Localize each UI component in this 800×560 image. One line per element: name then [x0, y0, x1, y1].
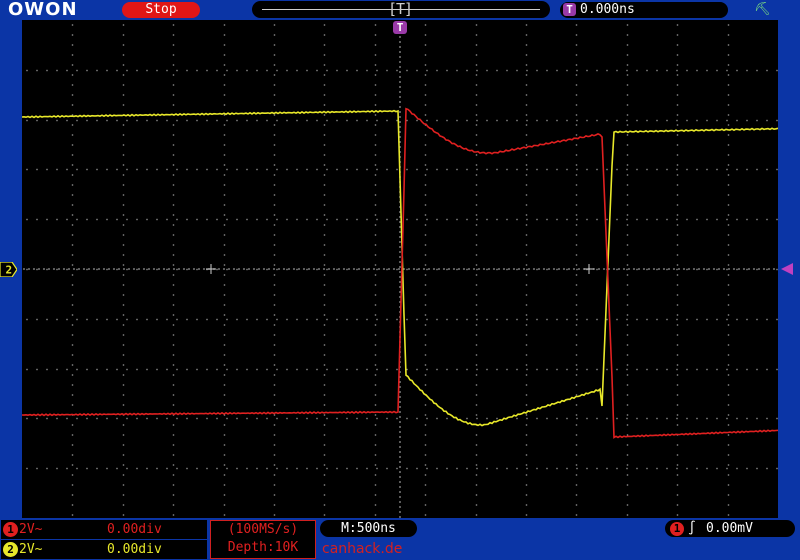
- waveform-svg: [22, 21, 778, 518]
- channel-1-scale: 2V~: [19, 522, 43, 537]
- timebase-box[interactable]: M:500ns: [320, 520, 417, 537]
- channel-2-level-marker[interactable]: 2: [0, 262, 17, 277]
- channel-1-badge: 1: [3, 522, 18, 537]
- channel-2-trace: [22, 109, 778, 427]
- trigger-level-value: 0.00mV: [706, 521, 753, 536]
- channel-2-badge: 2: [3, 542, 18, 557]
- trigger-source-badge: 1: [670, 522, 684, 536]
- trigger-time-badge: T: [563, 3, 576, 16]
- waveform-display[interactable]: [22, 20, 778, 518]
- memory-depth: Depth:10K: [227, 540, 299, 555]
- bottom-info-bar: 1 2V~ 0.00div 2 2V~ 0.00div (100MS/s) De…: [0, 518, 800, 560]
- channel-2-scale: 2V~: [19, 542, 43, 557]
- channel-2-info[interactable]: 2 2V~ 0.00div: [1, 540, 207, 559]
- trigger-time-value: 0.000ns: [580, 2, 635, 17]
- memory-window-bracket[interactable]: [T]: [388, 1, 413, 18]
- trigger-position-marker[interactable]: T: [393, 21, 407, 34]
- channel-1-info[interactable]: 1 2V~ 0.00div: [1, 520, 207, 539]
- rising-edge-icon: ∫: [688, 521, 696, 536]
- usb-icon: ⛏: [754, 2, 771, 17]
- channel-2-marker-label: 2: [6, 264, 13, 277]
- watermark-text: canhack.de: [322, 541, 403, 557]
- graticule-grid: [23, 21, 778, 518]
- trigger-level-arrow[interactable]: [781, 263, 793, 275]
- run-stop-status[interactable]: Stop: [122, 2, 200, 18]
- acquisition-info[interactable]: (100MS/s) Depth:10K: [210, 520, 316, 559]
- sample-rate: (100MS/s): [227, 522, 299, 537]
- channel-1-offset: 0.00div: [107, 522, 162, 537]
- top-status-bar: OWON Stop [T] T 0.000ns ⛏: [0, 0, 800, 20]
- brand-logo: OWON: [8, 0, 78, 20]
- channel-2-offset: 0.00div: [107, 542, 162, 557]
